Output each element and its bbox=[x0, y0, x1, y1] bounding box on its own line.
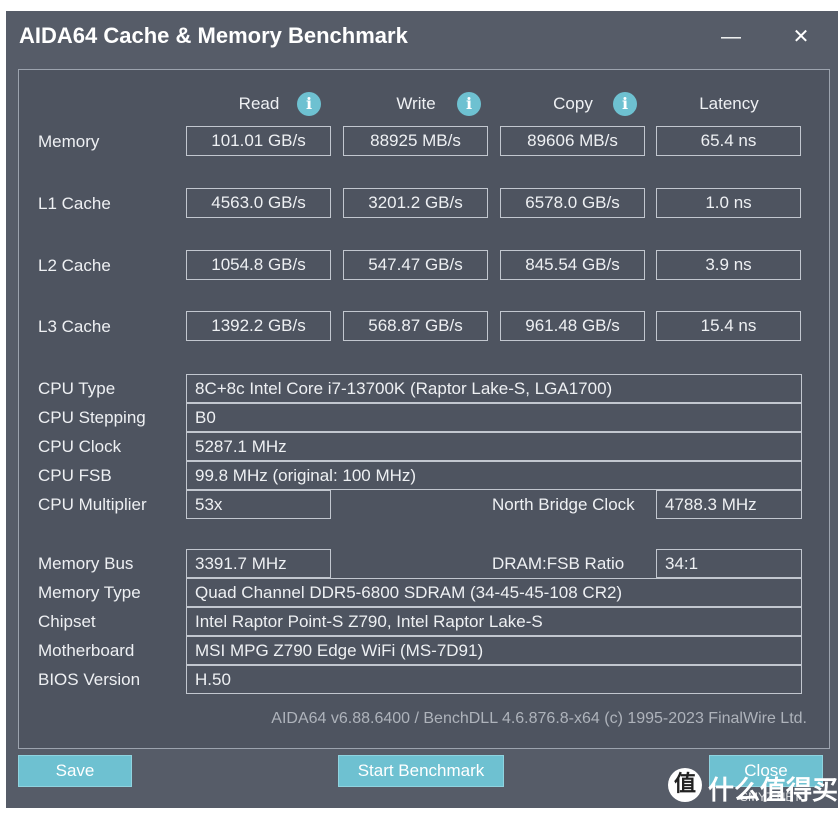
minimize-button[interactable]: — bbox=[711, 23, 751, 51]
l1-row-label: L1 Cache bbox=[38, 194, 111, 213]
start-benchmark-button[interactable]: Start Benchmark bbox=[338, 755, 504, 787]
chipset-value: Intel Raptor Point-S Z790, Intel Raptor … bbox=[186, 607, 802, 636]
l3-write-value: 568.87 GB/s bbox=[343, 311, 488, 341]
memory-bus-value: 3391.7 MHz bbox=[186, 549, 331, 578]
read-info-icon[interactable]: i bbox=[297, 92, 321, 116]
memory-latency-value: 65.4 ns bbox=[656, 126, 801, 156]
site-watermark: 值 什么值得买 SMYZ.NET bbox=[668, 768, 838, 810]
chipset-label: Chipset bbox=[38, 612, 96, 631]
l3-copy-value: 961.48 GB/s bbox=[500, 311, 645, 341]
write-header: Write bbox=[396, 94, 436, 113]
l2-copy-value: 845.54 GB/s bbox=[500, 250, 645, 280]
cpu-fsb-label: CPU FSB bbox=[38, 466, 112, 485]
l2-read-value: 1054.8 GB/s bbox=[186, 250, 331, 280]
motherboard-value: MSI MPG Z790 Edge WiFi (MS-7D91) bbox=[186, 636, 802, 665]
dram-fsb-ratio-value: 34:1 bbox=[656, 549, 802, 578]
read-header: Read bbox=[238, 94, 280, 113]
l3-latency-value: 15.4 ns bbox=[656, 311, 801, 341]
memory-bus-label: Memory Bus bbox=[38, 554, 134, 573]
dram-fsb-ratio-label: DRAM:FSB Ratio bbox=[492, 554, 625, 573]
latency-header: Latency bbox=[699, 94, 759, 113]
window-title: AIDA64 Cache & Memory Benchmark bbox=[19, 23, 408, 48]
memory-type-value: Quad Channel DDR5-6800 SDRAM (34-45-45-1… bbox=[186, 578, 802, 607]
l1-copy-value: 6578.0 GB/s bbox=[500, 188, 645, 218]
l1-latency-value: 1.0 ns bbox=[656, 188, 801, 218]
bios-version-label: BIOS Version bbox=[38, 670, 141, 689]
cpu-multiplier-label: CPU Multiplier bbox=[38, 495, 147, 514]
memory-row-label: Memory bbox=[38, 132, 100, 151]
north-bridge-clock-label: North Bridge Clock bbox=[492, 495, 635, 514]
results-panel: Read i Write i Copy i Latency Memory 101… bbox=[18, 69, 830, 749]
memory-read-value: 101.01 GB/s bbox=[186, 126, 331, 156]
cpu-clock-value: 5287.1 MHz bbox=[186, 432, 802, 461]
motherboard-label: Motherboard bbox=[38, 641, 135, 660]
copy-info-icon[interactable]: i bbox=[613, 92, 637, 116]
cpu-type-value: 8C+8c Intel Core i7-13700K (Raptor Lake-… bbox=[186, 374, 802, 403]
cpu-stepping-value: B0 bbox=[186, 403, 802, 432]
l3-read-value: 1392.2 GB/s bbox=[186, 311, 331, 341]
l2-row-label: L2 Cache bbox=[38, 256, 111, 275]
bios-version-value: H.50 bbox=[186, 665, 802, 694]
copy-header: Copy bbox=[553, 94, 593, 113]
version-footer: AIDA64 v6.88.6400 / BenchDLL 4.6.876.8-x… bbox=[271, 710, 807, 727]
cpu-multiplier-value: 53x bbox=[186, 490, 331, 519]
l2-latency-value: 3.9 ns bbox=[656, 250, 801, 280]
cpu-type-label: CPU Type bbox=[38, 379, 116, 398]
l2-write-value: 547.47 GB/s bbox=[343, 250, 488, 280]
watermark-sub: SMYZ.NET bbox=[740, 790, 801, 804]
save-button[interactable]: Save bbox=[18, 755, 132, 787]
benchmark-window: AIDA64 Cache & Memory Benchmark — ✕ Read… bbox=[6, 11, 838, 808]
window-close-icon[interactable]: ✕ bbox=[781, 23, 821, 51]
memory-copy-value: 89606 MB/s bbox=[500, 126, 645, 156]
north-bridge-clock-value: 4788.3 MHz bbox=[656, 490, 802, 519]
l1-write-value: 3201.2 GB/s bbox=[343, 188, 488, 218]
l1-read-value: 4563.0 GB/s bbox=[186, 188, 331, 218]
cpu-clock-label: CPU Clock bbox=[38, 437, 122, 456]
watermark-logo-icon: 值 bbox=[668, 768, 702, 802]
memory-type-label: Memory Type bbox=[38, 583, 141, 602]
cpu-fsb-value: 99.8 MHz (original: 100 MHz) bbox=[186, 461, 802, 490]
cpu-stepping-label: CPU Stepping bbox=[38, 408, 146, 427]
memory-write-value: 88925 MB/s bbox=[343, 126, 488, 156]
write-info-icon[interactable]: i bbox=[457, 92, 481, 116]
l3-row-label: L3 Cache bbox=[38, 317, 111, 336]
